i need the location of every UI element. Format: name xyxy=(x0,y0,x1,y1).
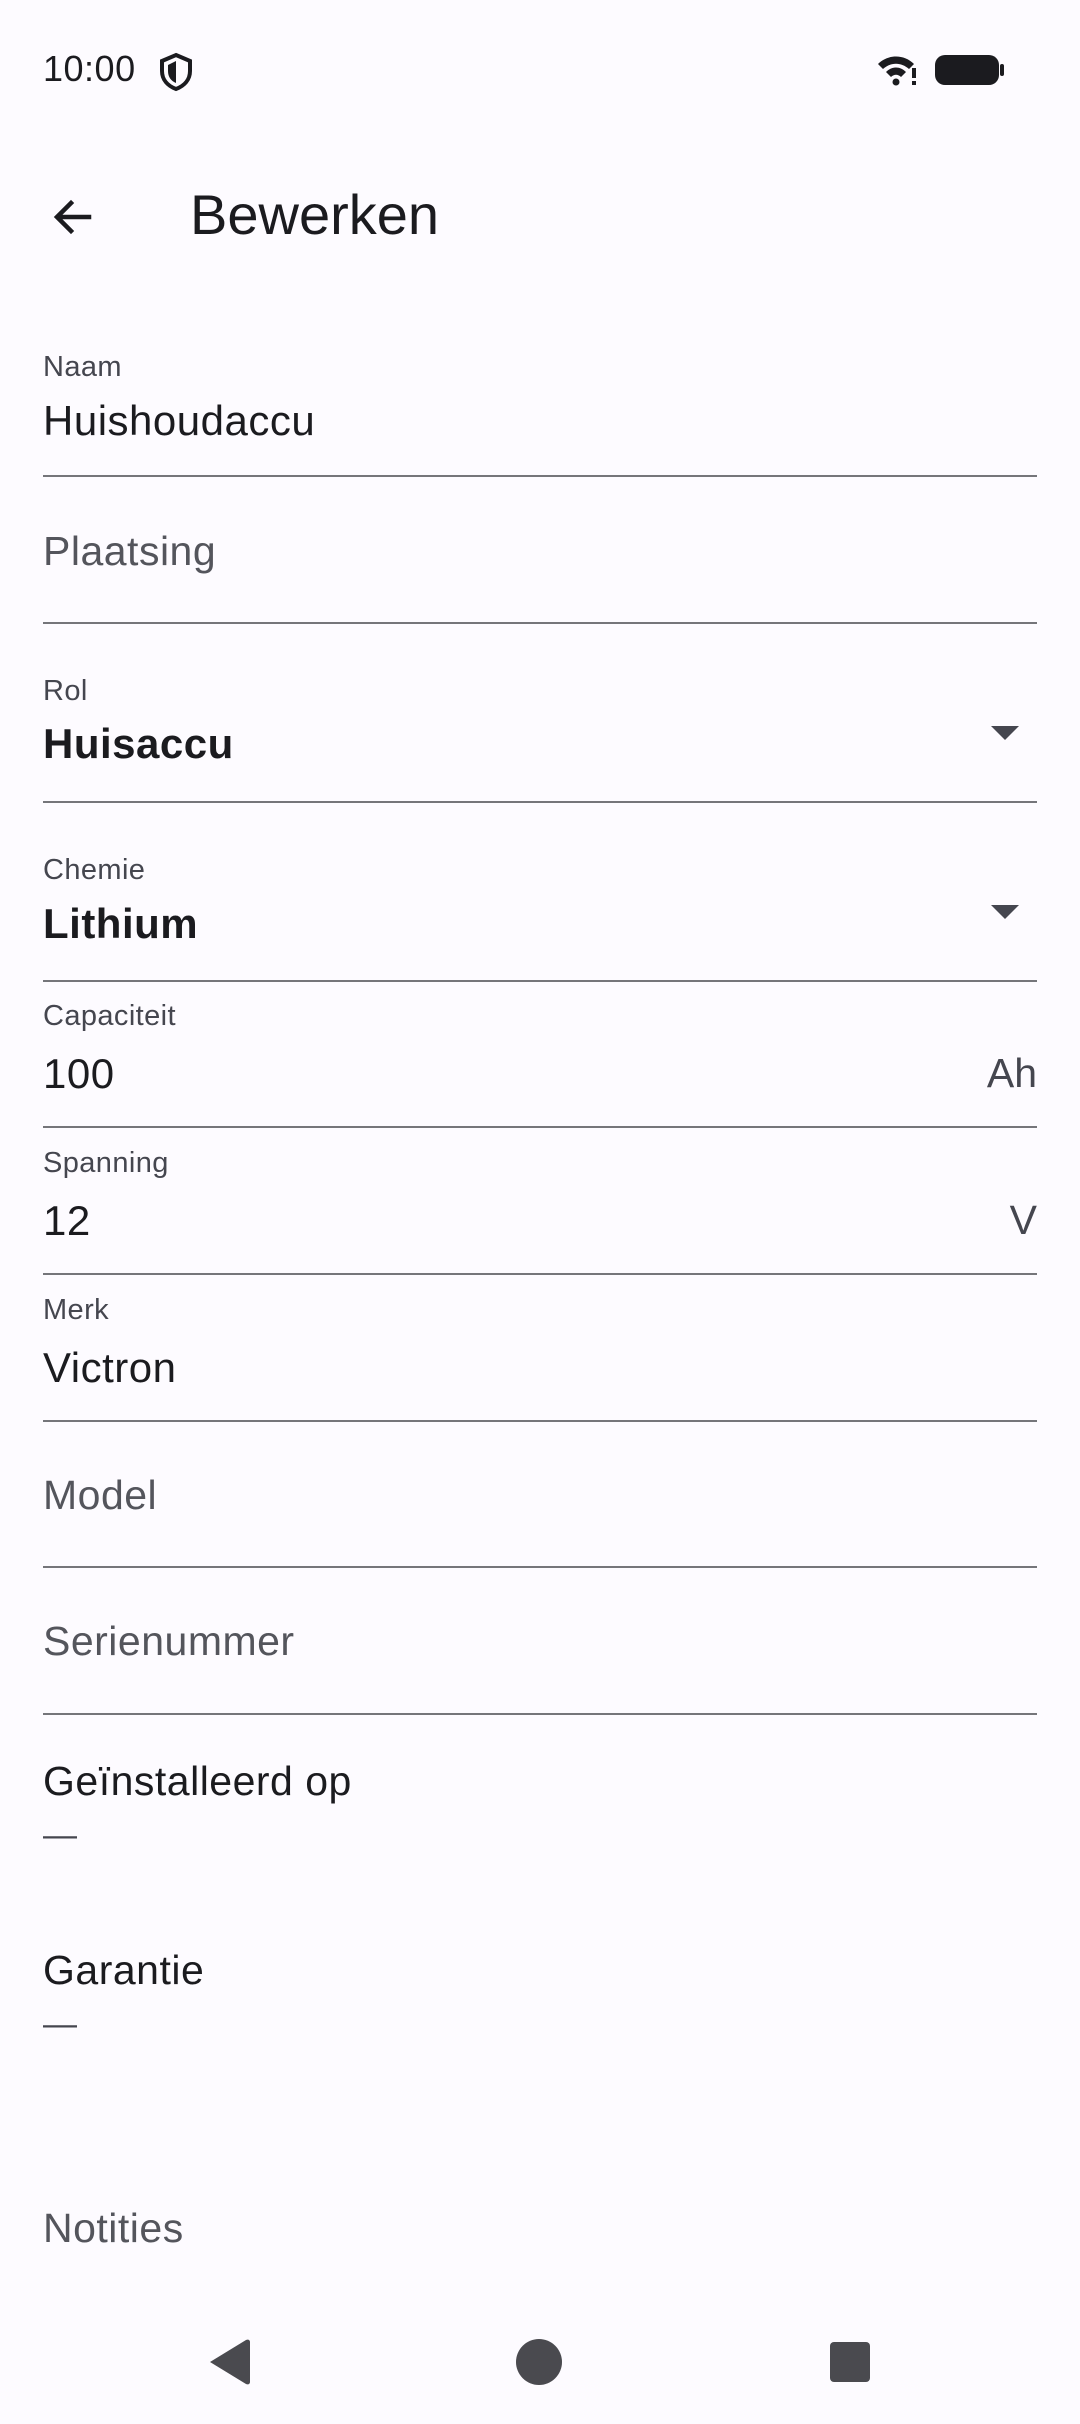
nav-home-button[interactable] xyxy=(499,2330,579,2394)
spanning-label: Spanning xyxy=(43,1147,169,1179)
plaatsing-field[interactable]: Plaatsing xyxy=(43,475,1037,624)
installed-date-value: — xyxy=(43,1816,77,1854)
wifi-icon xyxy=(878,56,916,86)
serienummer-placeholder: Serienummer xyxy=(43,1618,295,1664)
merk-label: Merk xyxy=(43,1294,110,1326)
back-triangle-icon xyxy=(210,2339,250,2385)
page-title: Bewerken xyxy=(190,183,440,246)
warranty-value: — xyxy=(43,2005,77,2043)
spanning-value: 12 xyxy=(43,1197,91,1244)
capaciteit-value: 100 xyxy=(43,1050,115,1097)
model-placeholder: Model xyxy=(43,1472,158,1518)
warranty-date-picker[interactable]: Garantie — xyxy=(43,1947,1037,2057)
model-field[interactable]: Model xyxy=(43,1420,1037,1568)
naam-label: Naam xyxy=(43,351,122,383)
shield-icon xyxy=(160,52,192,92)
chemie-label: Chemie xyxy=(43,854,146,886)
plaatsing-placeholder: Plaatsing xyxy=(43,528,217,574)
spanning-field[interactable]: Spanning 12 V xyxy=(43,1143,1037,1275)
chemie-value: Lithium xyxy=(43,900,199,947)
warranty-label: Garantie xyxy=(43,1947,205,1993)
app-bar: Bewerken xyxy=(0,160,1080,270)
status-time: 10:00 xyxy=(43,48,136,89)
naam-value: Huishoudaccu xyxy=(43,397,316,444)
nav-recents-button[interactable] xyxy=(810,2330,890,2394)
nav-back-button[interactable] xyxy=(188,2330,268,2394)
arrow-left-icon xyxy=(53,199,92,235)
naam-field[interactable]: Naam Huishoudaccu xyxy=(43,345,1037,477)
capaciteit-label: Capaciteit xyxy=(43,1000,176,1032)
spanning-unit: V xyxy=(1009,1197,1037,1243)
installed-date-label: Geïnstalleerd op xyxy=(43,1758,352,1804)
status-bar: 10:00 xyxy=(0,0,1080,140)
chemie-dropdown[interactable]: Chemie Lithium xyxy=(43,850,1037,982)
capaciteit-unit: Ah xyxy=(986,1050,1037,1096)
dropdown-arrow-icon xyxy=(991,905,1019,919)
installed-date-picker[interactable]: Geïnstalleerd op — xyxy=(43,1758,1037,1868)
rol-dropdown[interactable]: Rol Huisaccu xyxy=(43,670,1037,803)
rol-label: Rol xyxy=(43,675,88,707)
merk-value: Victron xyxy=(43,1344,177,1391)
back-button[interactable] xyxy=(38,182,108,252)
rol-value: Huisaccu xyxy=(43,720,234,767)
notities-field[interactable]: Notities xyxy=(43,2205,184,2252)
home-circle-icon xyxy=(516,2339,562,2385)
battery-icon xyxy=(935,55,1004,85)
system-nav-bar xyxy=(0,2300,1080,2424)
serienummer-field[interactable]: Serienummer xyxy=(43,1566,1037,1715)
dropdown-arrow-icon xyxy=(991,726,1019,740)
recents-square-icon xyxy=(830,2342,870,2382)
merk-field[interactable]: Merk Victron xyxy=(43,1290,1037,1422)
capaciteit-field[interactable]: Capaciteit 100 Ah xyxy=(43,996,1037,1128)
